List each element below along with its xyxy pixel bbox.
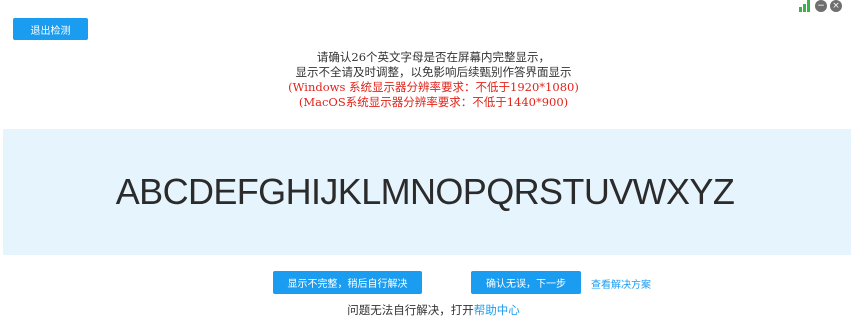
macos-resolution-requirement: (MacOS系统显示器分辨率要求：不低于1440*900) [298,95,569,109]
confirm-next-button[interactable]: 确认无误，下一步 [471,271,581,294]
view-solution-link[interactable]: 查看解决方案 [591,276,651,291]
close-icon[interactable]: × [830,0,842,12]
alphabet-display-panel: ABCDEFGHIJKLMNOPQRSTUVWXYZ [3,129,851,255]
signal-icon [799,0,810,12]
minimize-icon[interactable]: − [815,0,827,12]
display-incomplete-button[interactable]: 显示不完整，稍后自行解决 [273,271,422,294]
window-status-icons: − × [799,0,842,12]
instruction-line-2: 显示不全请及时调整，以免影响后续甄别作答界面显示 [295,65,572,79]
help-prefix-text: 问题无法自行解决，打开 [347,303,474,317]
help-center-link[interactable]: 帮助中心 [474,303,520,317]
windows-resolution-requirement: (Windows 系统显示器分辨率要求：不低于1920*1080) [288,80,579,94]
alphabet-text: ABCDEFGHIJKLMNOPQRSTUVWXYZ [115,171,735,212]
exit-detection-button[interactable]: 退出检测 [13,18,88,40]
instructions: 请确认26个英文字母是否在屏幕内完整显示， 显示不全请及时调整，以免影响后续甄别… [0,50,867,110]
help-line: 问题无法自行解决，打开帮助中心 [0,302,867,318]
instruction-line-1: 请确认26个英文字母是否在屏幕内完整显示， [316,50,551,64]
